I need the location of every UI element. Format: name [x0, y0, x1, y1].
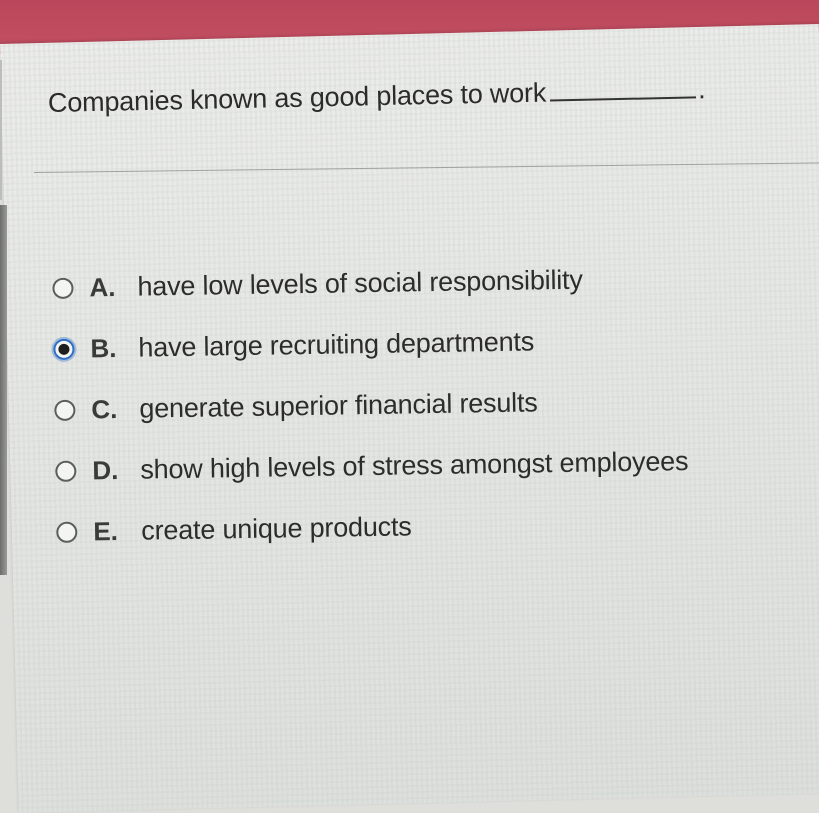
- option-letter: C.: [91, 393, 118, 425]
- option-c[interactable]: C. generate superior financial results: [54, 370, 688, 441]
- option-letter: D.: [92, 454, 119, 486]
- option-label[interactable]: show high levels of stress amongst emplo…: [140, 446, 688, 486]
- option-label[interactable]: have large recruiting departments: [138, 326, 534, 363]
- radio-button-c[interactable]: [54, 399, 76, 421]
- option-letter: B.: [90, 333, 117, 364]
- answer-options: A. have low levels of social responsibil…: [52, 248, 690, 563]
- option-b[interactable]: B. have large recruiting departments: [53, 309, 687, 380]
- option-e[interactable]: E. create unique products: [56, 492, 690, 563]
- question-period: .: [697, 74, 706, 105]
- radio-button-a[interactable]: [52, 277, 74, 299]
- radio-selected-dot: [58, 343, 70, 355]
- scrollbar-track[interactable]: [0, 205, 7, 575]
- option-label[interactable]: generate superior financial results: [139, 387, 538, 424]
- radio-button-d[interactable]: [55, 460, 77, 482]
- option-letter: E.: [93, 516, 119, 547]
- radio-button-b-selected[interactable]: [53, 338, 75, 360]
- page-left-edge: [0, 60, 2, 200]
- option-label[interactable]: create unique products: [141, 511, 412, 546]
- option-letter: A.: [89, 272, 116, 303]
- option-d[interactable]: D. show high levels of stress amongst em…: [55, 431, 689, 502]
- option-a[interactable]: A. have low levels of social responsibil…: [52, 248, 686, 319]
- option-label[interactable]: have low levels of social responsibility: [137, 265, 583, 303]
- answer-blank: [549, 74, 697, 102]
- radio-button-e[interactable]: [56, 521, 78, 543]
